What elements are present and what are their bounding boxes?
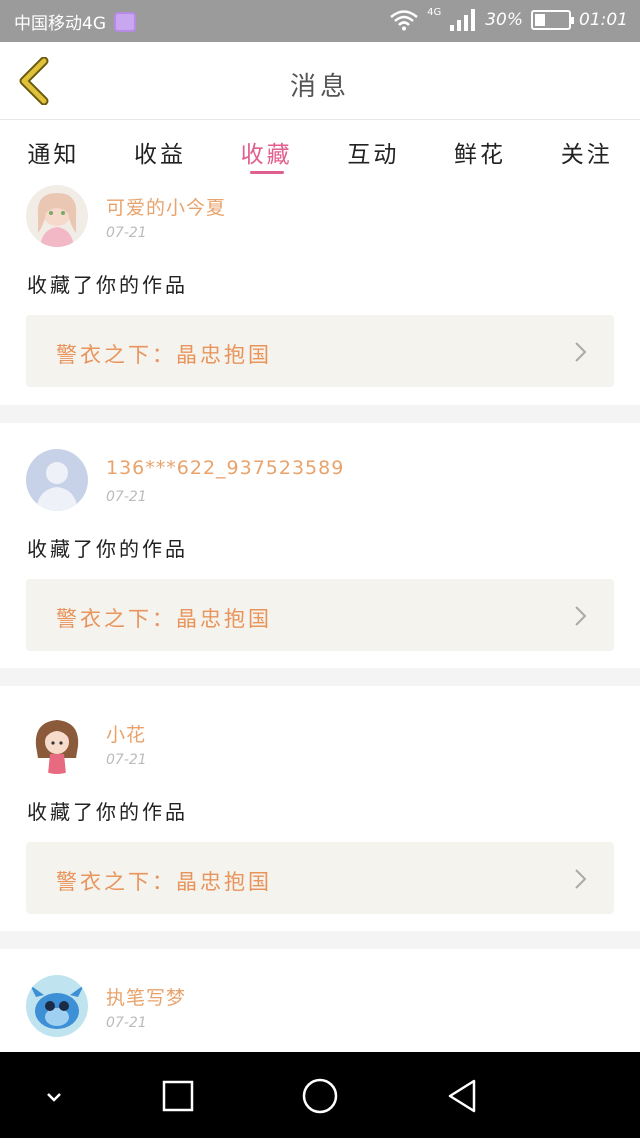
tab-favorites[interactable]: 收藏: [213, 121, 320, 183]
app-header: 消息: [0, 42, 640, 120]
collapse-chevron-icon[interactable]: [32, 1074, 76, 1118]
gallery-notification-icon: [114, 11, 136, 32]
item-message: 收藏了你的作品: [27, 537, 188, 561]
wifi-icon: [390, 10, 418, 31]
list-item: 可爱的小今夏 07-21 收藏了你的作品 警衣之下：晶忠抱国: [0, 183, 640, 405]
work-title: 警衣之下：晶忠抱国: [56, 607, 272, 631]
avatar[interactable]: [26, 185, 88, 247]
avatar[interactable]: [26, 712, 88, 774]
username[interactable]: 执笔写梦: [106, 983, 186, 1010]
status-left: 中国移动4G: [14, 9, 136, 34]
work-title: 警衣之下：晶忠抱国: [56, 870, 272, 894]
work-link[interactable]: 警衣之下：晶忠抱国: [26, 579, 614, 651]
battery-fill: [535, 14, 545, 26]
divider: [0, 931, 640, 949]
status-bar: 中国移动4G 4G 30% 01:01: [0, 0, 640, 42]
divider: [0, 668, 640, 686]
chevron-right-icon: [575, 606, 587, 626]
item-message: 收藏了你的作品: [27, 273, 188, 297]
system-nav-bar: [0, 1052, 640, 1138]
tab-bar: 通知 收益 收藏 互动 鲜花 关注: [0, 121, 640, 183]
tab-earnings[interactable]: 收益: [107, 121, 214, 183]
tab-flowers[interactable]: 鲜花: [427, 121, 534, 183]
tab-interactions[interactable]: 互动: [320, 121, 427, 183]
work-link[interactable]: 警衣之下：晶忠抱国: [26, 315, 614, 387]
page-title: 消息: [289, 72, 350, 102]
work-title: 警衣之下：晶忠抱国: [56, 343, 272, 367]
username[interactable]: 小花: [106, 720, 146, 747]
battery-percent: 30%: [485, 10, 523, 30]
chevron-right-icon: [575, 869, 587, 889]
clock: 01:01: [579, 10, 628, 30]
divider: [0, 405, 640, 423]
item-date: 07-21: [106, 752, 147, 768]
username[interactable]: 136***622_937523589: [106, 457, 344, 479]
username[interactable]: 可爱的小今夏: [106, 193, 226, 220]
home-icon[interactable]: [298, 1074, 342, 1118]
item-message: 收藏了你的作品: [27, 800, 188, 824]
carrier-label: 中国移动4G: [14, 14, 106, 34]
back-triangle-icon[interactable]: [440, 1074, 484, 1118]
signal-icon: [450, 9, 476, 31]
chevron-right-icon: [575, 342, 587, 362]
item-date: 07-21: [106, 225, 147, 241]
tab-notifications[interactable]: 通知: [0, 121, 107, 183]
message-list: 可爱的小今夏 07-21 收藏了你的作品 警衣之下：晶忠抱国 136***622…: [0, 183, 640, 1138]
recent-apps-icon[interactable]: [156, 1074, 200, 1118]
list-item: 小花 07-21 收藏了你的作品 警衣之下：晶忠抱国: [0, 686, 640, 931]
avatar[interactable]: [26, 449, 88, 511]
status-right: 4G 30% 01:01: [389, 6, 628, 31]
work-link[interactable]: 警衣之下：晶忠抱国: [26, 842, 614, 914]
network-label: 4G: [427, 6, 442, 18]
item-date: 07-21: [106, 489, 147, 505]
item-date: 07-21: [106, 1015, 147, 1031]
tab-follows[interactable]: 关注: [533, 121, 640, 183]
list-item: 136***622_937523589 07-21 收藏了你的作品 警衣之下：晶…: [0, 423, 640, 668]
avatar[interactable]: [26, 975, 88, 1037]
battery-icon: [531, 10, 574, 30]
